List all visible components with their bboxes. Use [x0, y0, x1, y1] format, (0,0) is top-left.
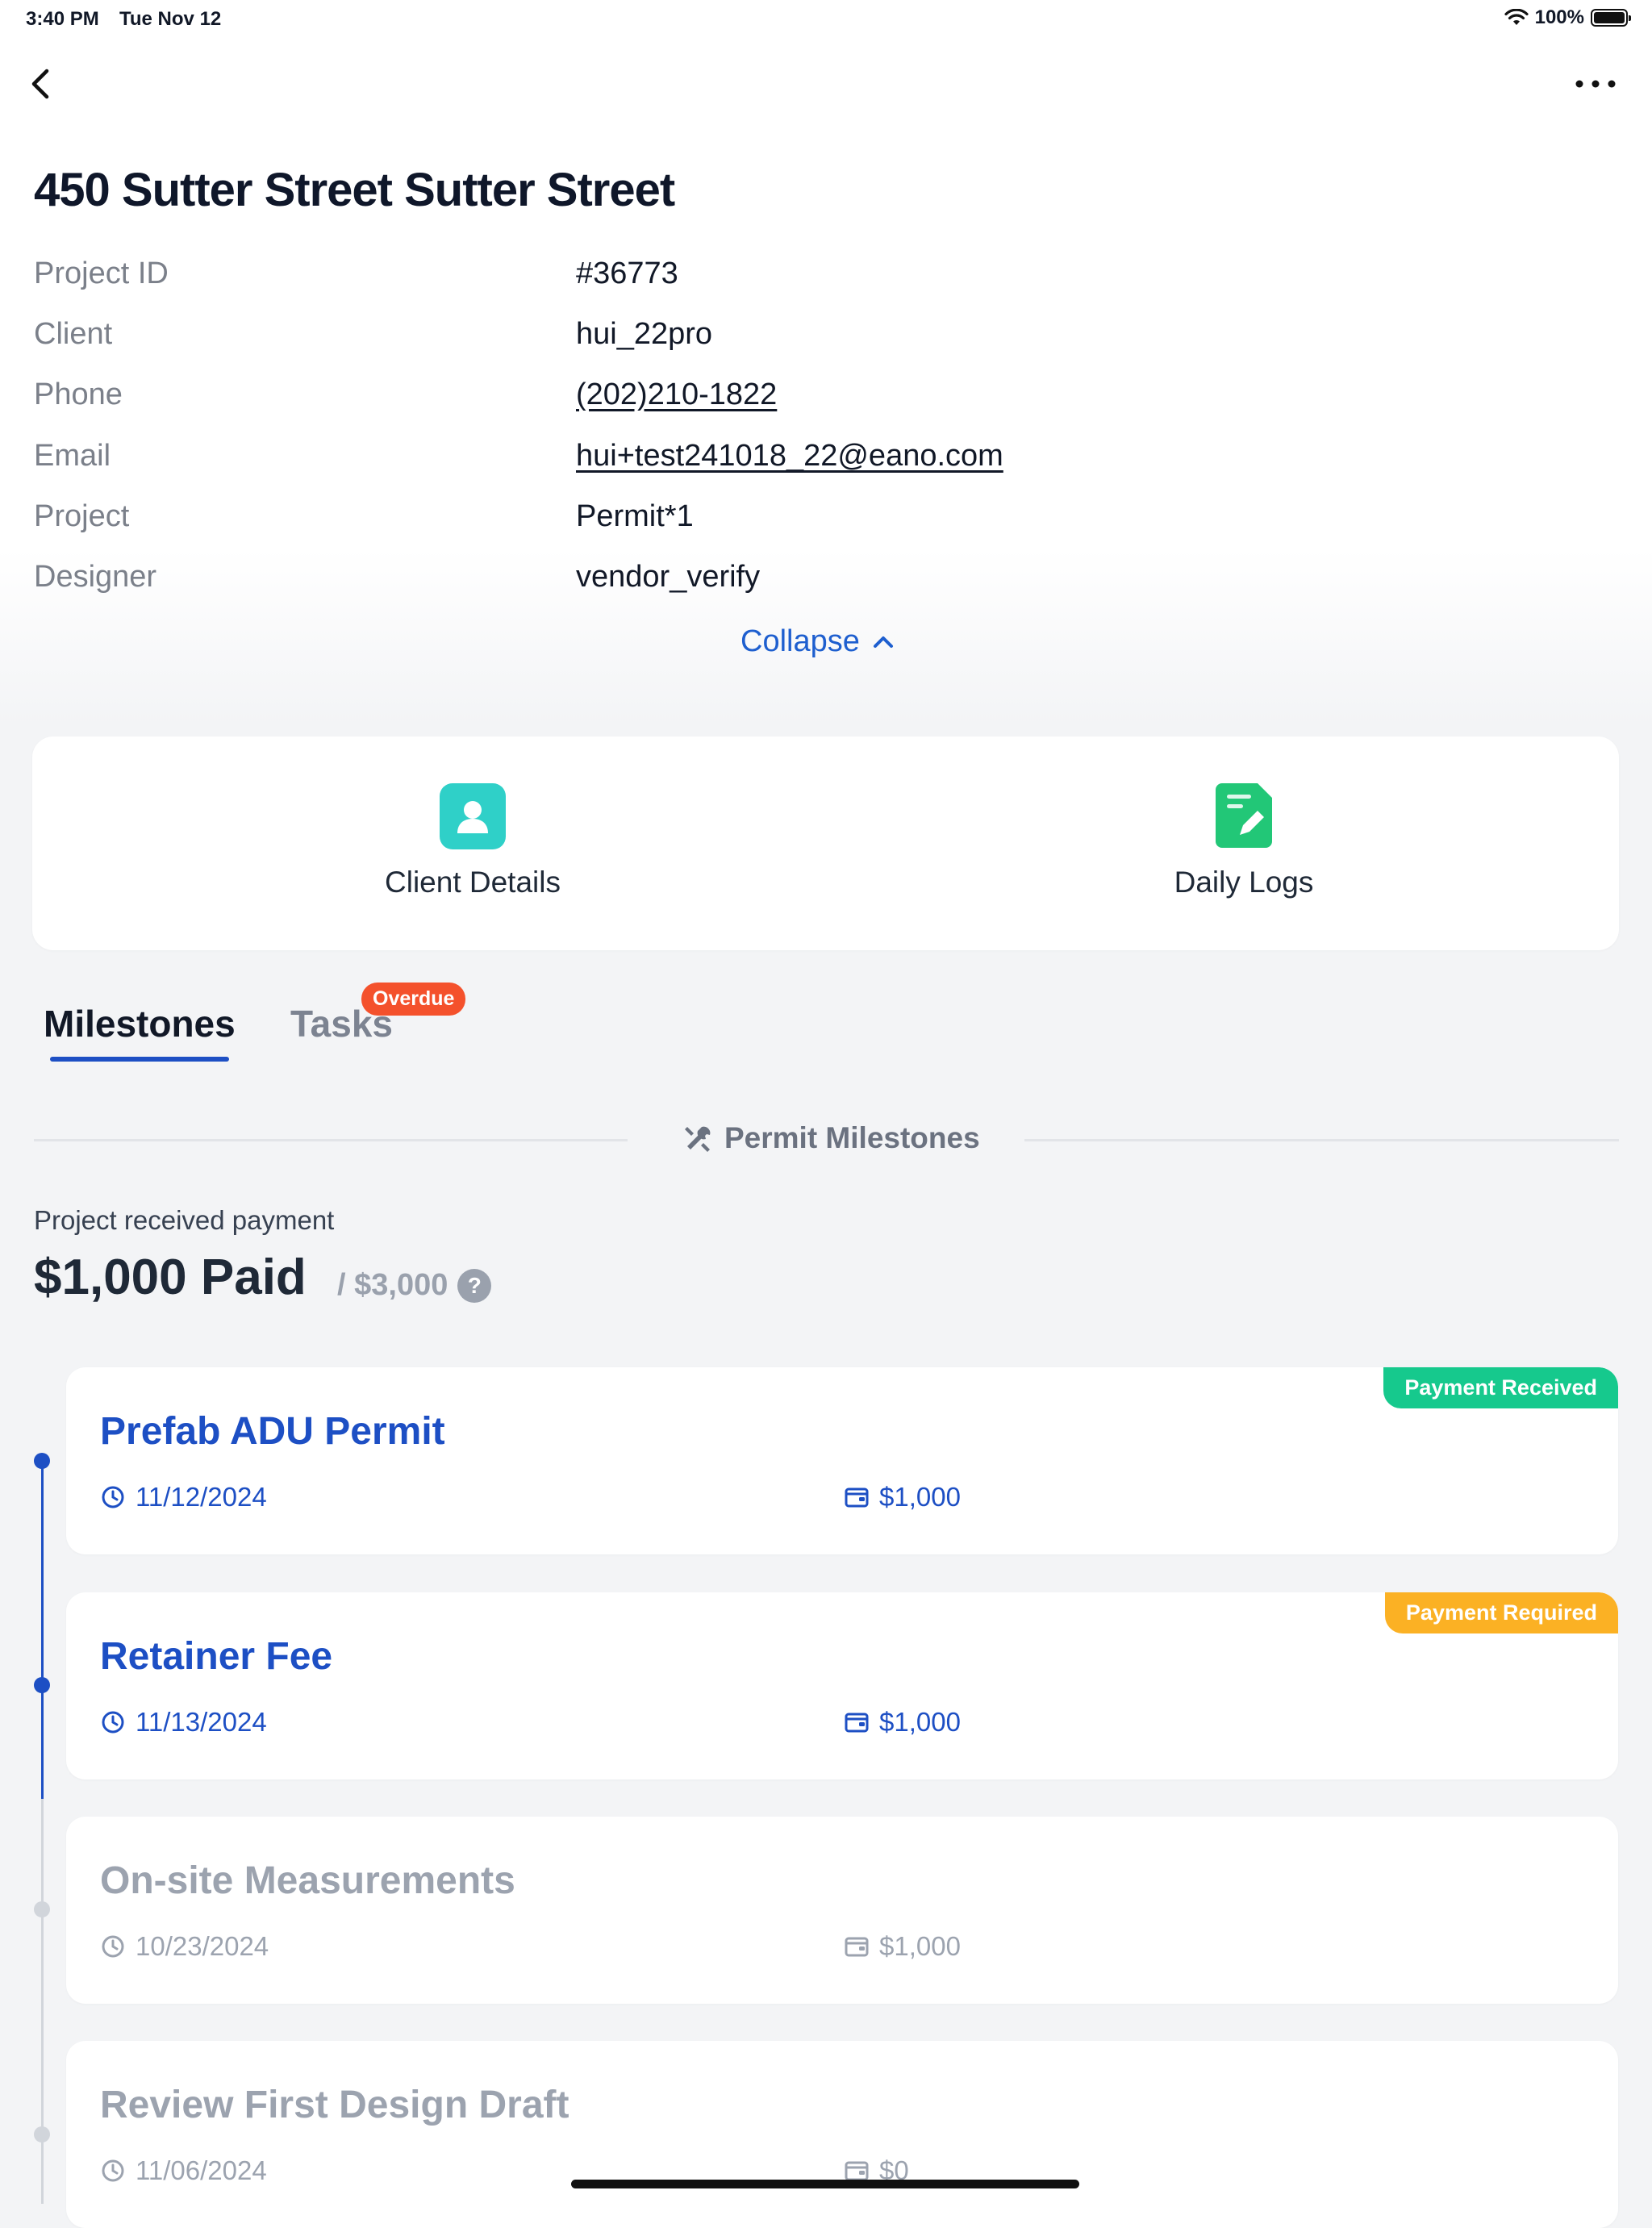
wallet-icon [845, 1937, 869, 1957]
daily-logs-button[interactable]: Daily Logs [1042, 736, 1446, 950]
info-label: Project [34, 499, 130, 533]
milestone-date: 11/13/2024 [100, 1707, 267, 1738]
project-type-value: Permit*1 [576, 499, 694, 533]
battery-percent: 100% [1534, 6, 1584, 28]
email-link[interactable]: hui+test241018_22@eano.com [576, 439, 1003, 474]
page-title: 450 Sutter Street Sutter Street [34, 164, 675, 216]
timeline-line-active [41, 1462, 44, 1799]
collapse-button[interactable]: Collapse [740, 624, 895, 659]
more-horizontal-icon [1575, 80, 1616, 88]
client-details-label: Client Details [385, 866, 561, 899]
info-row-phone: Phone (202)210-1822 [34, 378, 1566, 426]
info-row-project: Project Permit*1 [34, 499, 1566, 548]
total-amount: / $3,000 [337, 1268, 448, 1302]
milestone-date-text: 11/06/2024 [136, 2155, 267, 2185]
milestone-amount: $1,000 [844, 1931, 961, 1962]
battery-icon [1591, 9, 1631, 27]
payment-total: / $3,000 ? [337, 1268, 492, 1303]
client-details-button[interactable]: Client Details [271, 736, 674, 950]
info-row-designer: Designer vendor_verify [34, 560, 1566, 608]
active-tab-indicator [50, 1057, 229, 1062]
clock-icon [102, 1711, 124, 1734]
section-title: Permit Milestones [724, 1121, 980, 1154]
info-label: Email [34, 439, 111, 473]
timeline-dot [34, 1901, 50, 1917]
milestone-date: 10/23/2024 [100, 1931, 269, 1962]
status-time: 3:40 PM [26, 8, 99, 30]
milestone-amount: $1,000 [844, 1707, 961, 1738]
info-row-client: Client hui_22pro [34, 317, 1566, 365]
wallet-icon [845, 1713, 869, 1733]
payment-label: Project received payment [34, 1205, 335, 1235]
milestone-title: Review First Design Draft [100, 2084, 569, 2126]
help-icon[interactable]: ? [457, 1268, 492, 1303]
status-badge: Payment Received [1383, 1367, 1618, 1408]
home-indicator[interactable] [571, 2180, 1079, 2188]
clock-icon [102, 1486, 124, 1508]
person-icon [440, 783, 506, 849]
divider-left [34, 1139, 628, 1141]
tab-milestones[interactable]: Milestones [44, 1002, 236, 1045]
milestone-card[interactable]: Payment Required Retainer Fee 11/13/2024… [66, 1592, 1618, 1779]
chevron-up-icon [873, 636, 893, 648]
project-id-value: #36773 [576, 257, 678, 290]
overdue-badge: Overdue [361, 983, 466, 1016]
wifi-icon [1504, 9, 1529, 25]
milestone-title: On-site Measurements [100, 1859, 515, 1902]
daily-logs-label: Daily Logs [1174, 866, 1314, 899]
milestone-card[interactable]: On-site Measurements 10/23/2024 $1,000 [66, 1817, 1618, 2004]
wallet-icon [845, 1487, 869, 1508]
chevron-left-icon [31, 69, 49, 99]
timeline-line-inactive [41, 1799, 44, 2204]
info-label: Project ID [34, 257, 169, 290]
more-options-button[interactable] [1571, 71, 1620, 97]
milestone-title: Retainer Fee [100, 1635, 333, 1678]
phone-link[interactable]: (202)210-1822 [576, 378, 777, 412]
milestone-amount-text: $1,000 [879, 1482, 961, 1512]
milestone-date: 11/12/2024 [100, 1482, 267, 1512]
info-row-email: Email hui+test241018_22@eano.com [34, 439, 1566, 487]
collapse-label: Collapse [740, 624, 860, 658]
milestone-amount-text: $1,000 [879, 1931, 961, 1961]
divider-right [1024, 1139, 1619, 1141]
info-label: Client [34, 317, 113, 351]
section-header: Permit Milestones [682, 1121, 980, 1155]
timeline-dot [34, 2126, 50, 2142]
timeline-dot [34, 1453, 50, 1469]
milestone-date-text: 10/23/2024 [136, 1931, 269, 1961]
info-label: Phone [34, 378, 123, 411]
tools-icon [685, 1126, 711, 1152]
timeline-dot [34, 1677, 50, 1693]
client-value: hui_22pro [576, 317, 713, 351]
status-badge: Payment Required [1384, 1592, 1618, 1633]
status-right: 100% [1504, 6, 1631, 29]
milestone-card[interactable]: Review First Design Draft 11/06/2024 $0 [66, 2041, 1618, 2228]
designer-value: vendor_verify [576, 560, 761, 594]
milestone-date-text: 11/12/2024 [136, 1482, 267, 1512]
quick-actions-card: Client Details Daily Logs [32, 736, 1619, 950]
status-date: Tue Nov 12 [119, 8, 222, 30]
info-label: Designer [34, 560, 157, 594]
milestone-date: 11/06/2024 [100, 2155, 267, 2186]
info-row-project-id: Project ID #36773 [34, 257, 1566, 305]
edit-log-icon [1216, 783, 1272, 848]
paid-amount: $1,000 Paid [34, 1250, 307, 1305]
milestone-amount-text: $1,000 [879, 1707, 961, 1737]
milestone-date-text: 11/13/2024 [136, 1707, 267, 1737]
milestone-amount: $1,000 [844, 1482, 961, 1512]
clock-icon [102, 1935, 124, 1958]
clock-icon [102, 2159, 124, 2182]
milestone-title: Prefab ADU Permit [100, 1410, 445, 1453]
milestone-card[interactable]: Payment Received Prefab ADU Permit 11/12… [66, 1367, 1618, 1554]
back-button[interactable] [23, 63, 58, 106]
